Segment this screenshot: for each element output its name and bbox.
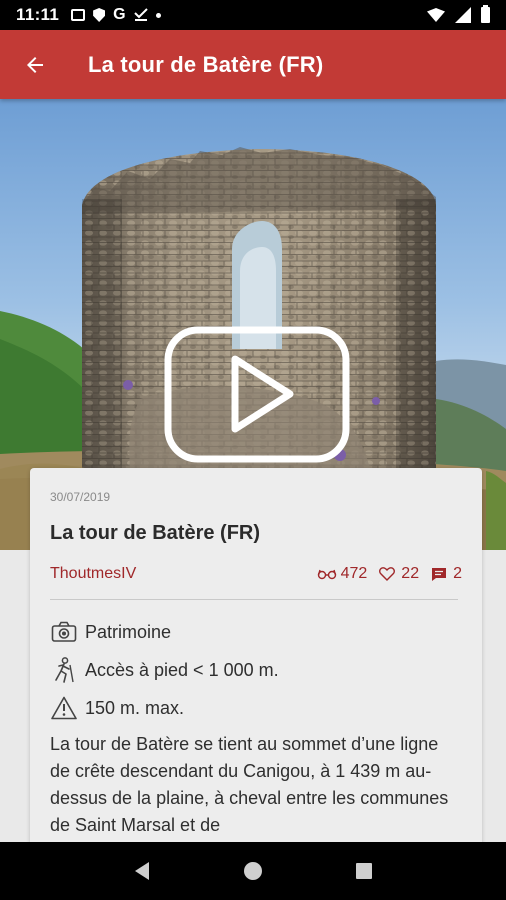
notification-icons: G xyxy=(71,6,161,24)
card-title: La tour de Batère (FR) xyxy=(50,522,261,544)
nav-back-button[interactable] xyxy=(122,851,162,891)
shield-icon xyxy=(93,8,106,22)
back-triangle-icon xyxy=(134,862,149,880)
arrow-back-icon xyxy=(27,56,43,73)
views-count: 472 xyxy=(340,565,368,582)
info-text: Accès à pied < 1 000 m. xyxy=(85,659,279,680)
comment-icon[interactable] xyxy=(429,566,449,582)
comments-count: 2 xyxy=(453,565,462,582)
status-bar: 11:11 G xyxy=(0,0,506,30)
signal-icon xyxy=(455,7,471,23)
back-button[interactable] xyxy=(0,30,70,99)
meta-row: ThoutmesIV 472 22 2 xyxy=(50,565,462,583)
google-icon: G xyxy=(113,6,126,23)
nav-recents-button[interactable] xyxy=(344,851,384,891)
camera-icon xyxy=(50,619,78,645)
battery-icon xyxy=(481,5,490,23)
gallery-icon xyxy=(71,9,86,21)
author-link[interactable]: ThoutmesIV xyxy=(50,565,136,583)
info-list: Patrimoine Accès à pied < 1 000 m. 150 m… xyxy=(50,618,462,722)
play-video-icon[interactable] xyxy=(164,326,350,463)
system-icons xyxy=(427,5,490,23)
app-bar: La tour de Batère (FR) xyxy=(0,30,506,99)
heart-icon[interactable] xyxy=(377,566,397,582)
home-circle-icon xyxy=(243,862,262,880)
page-title: La tour de Batère (FR) xyxy=(88,51,324,77)
details-card: 30/07/2019 La tour de Batère (FR) Thoutm… xyxy=(30,468,482,868)
stats: 472 22 2 xyxy=(311,565,462,583)
recents-square-icon xyxy=(356,863,373,879)
screen: 11:11 G La tour de Batère (FR) 30/07/201… xyxy=(0,0,506,900)
description: La tour de Batère se tient au sommet d’u… xyxy=(50,734,449,835)
navigation-bar xyxy=(0,842,506,900)
info-text: Patrimoine xyxy=(85,621,172,642)
nav-home-button[interactable] xyxy=(233,851,273,891)
info-row-access: Accès à pied < 1 000 m. xyxy=(50,656,462,684)
info-text: 150 m. max. xyxy=(85,697,185,718)
divider xyxy=(50,599,458,600)
info-row-category: Patrimoine xyxy=(50,618,462,646)
wifi-icon xyxy=(427,8,445,22)
warning-icon xyxy=(50,695,78,721)
status-time: 11:11 xyxy=(16,5,60,24)
post-date: 30/07/2019 xyxy=(50,490,111,504)
download-done-icon xyxy=(133,7,148,24)
likes-count: 22 xyxy=(401,565,420,582)
hiker-icon xyxy=(50,657,78,683)
info-row-altitude: 150 m. max. xyxy=(50,694,462,722)
glasses-icon xyxy=(317,566,337,582)
dot-icon xyxy=(155,12,161,18)
